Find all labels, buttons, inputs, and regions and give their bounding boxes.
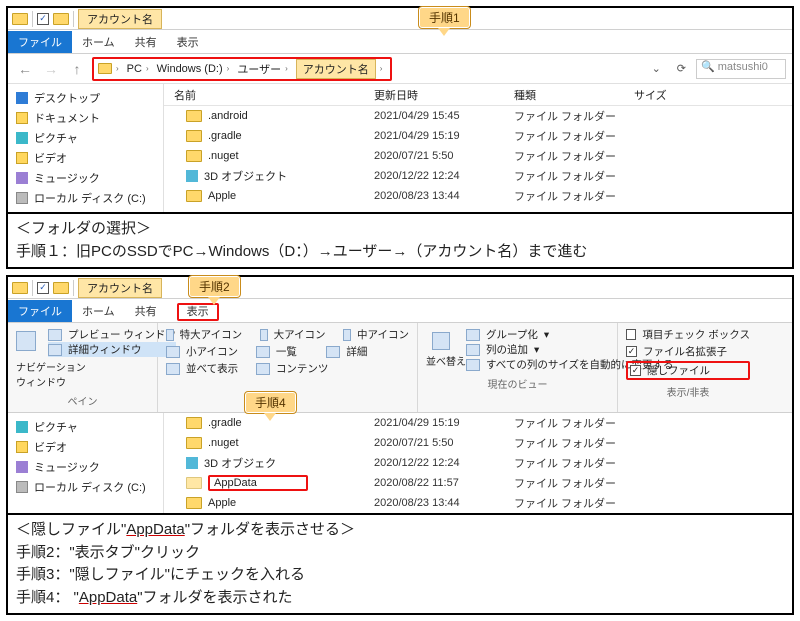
quick-checkbox[interactable]: ✓: [37, 282, 49, 294]
file-row-appdata[interactable]: AppData2020/08/22 11:57ファイル フォルダー: [164, 473, 792, 493]
titlebar: ✓ アカウント名: [8, 8, 792, 30]
quick-checkbox[interactable]: ✓: [37, 13, 49, 25]
col-name[interactable]: 名前: [164, 87, 374, 103]
titlebar: ✓ アカウント名: [8, 277, 792, 299]
instruction-2: ＜隠しファイル"AppData"フォルダを表示させる＞ 手順2："表示タブ"クリ…: [8, 513, 792, 613]
details-window[interactable]: 詳細ウィンドウ: [48, 342, 176, 357]
sidebar-item-pictures[interactable]: ピクチャ: [12, 128, 159, 148]
extension-option[interactable]: ✓ファイル名拡張子: [626, 344, 750, 359]
folder-icon: [98, 63, 112, 74]
ribbon-group-currentview: 並べ替え グループ化 ▾ 列の追加 ▾ すべての列のサイズを自動的に変更する 現…: [418, 323, 618, 412]
hidden-file-option[interactable]: ✓隠しファイル: [626, 361, 750, 380]
menu-share[interactable]: 共有: [125, 31, 167, 53]
menu-home[interactable]: ホーム: [72, 31, 125, 53]
forward-button[interactable]: →: [40, 58, 62, 80]
content-area: デスクトップ ドキュメント ピクチャ ビデオ ミュージック ローカル ディスク …: [8, 84, 792, 212]
file-row[interactable]: 3D オブジェク2020/12/22 12:24ファイル フォルダー: [164, 453, 792, 473]
sidebar-item-desktop[interactable]: デスクトップ: [12, 88, 159, 108]
file-row[interactable]: .gradle2021/04/29 15:19ファイル フォルダー: [164, 126, 792, 146]
dropdown-icon[interactable]: ⌄: [646, 62, 667, 75]
menu-file[interactable]: ファイル: [8, 31, 72, 53]
col-date[interactable]: 更新日時: [374, 87, 514, 103]
sidebar-item-music[interactable]: ミュージック: [12, 457, 159, 477]
sidebar-item-localc[interactable]: ローカル ディスク (C:): [12, 477, 159, 497]
file-row[interactable]: .nuget2020/07/21 5:50ファイル フォルダー: [164, 433, 792, 453]
menu-file[interactable]: ファイル: [8, 300, 72, 322]
folder-icon: [53, 13, 69, 25]
menu-view[interactable]: 表示: [167, 31, 209, 53]
menubar: ファイル ホーム 共有 表示: [8, 30, 792, 54]
file-row[interactable]: .gradle2021/04/29 15:19ファイル フォルダー: [164, 413, 792, 433]
explorer-window-1: 手順1 ✓ アカウント名 ファイル ホーム 共有 表示 ← → ↑ › PC› …: [6, 6, 794, 269]
window-title: アカウント名: [78, 278, 162, 298]
sidebar-item-documents[interactable]: ドキュメント: [12, 108, 159, 128]
folder-icon: [12, 13, 28, 25]
file-row[interactable]: .nuget2020/07/21 5:50ファイル フォルダー: [164, 146, 792, 166]
navpane-icon[interactable]: [16, 331, 36, 351]
callout-step4: 手順4: [244, 391, 297, 414]
menu-home[interactable]: ホーム: [72, 300, 125, 322]
file-list: 名前 更新日時 種類 サイズ .android2021/04/29 15:45フ…: [164, 84, 792, 212]
file-row[interactable]: .android2021/04/29 15:45ファイル フォルダー: [164, 106, 792, 126]
item-checkbox-option[interactable]: 項目チェック ボックス: [626, 327, 750, 342]
menu-share[interactable]: 共有: [125, 300, 167, 322]
sidebar: ピクチャ ビデオ ミュージック ローカル ディスク (C:): [8, 413, 164, 513]
search-input[interactable]: 🔍 matsushi0: [696, 59, 786, 79]
folder-icon: [53, 282, 69, 294]
column-headers: 名前 更新日時 種類 サイズ: [164, 84, 792, 106]
ribbon-group-pane: プレビュー ウィンドウ 詳細ウィンドウ ナビゲーションウィンドウ ペイン: [8, 323, 158, 412]
sort-icon[interactable]: [432, 332, 450, 350]
sidebar-item-videos[interactable]: ビデオ: [12, 437, 159, 457]
file-row[interactable]: 3D オブジェクト2020/12/22 12:24ファイル フォルダー: [164, 166, 792, 186]
instruction-1: ＜フォルダの選択＞ 手順１：旧PCのSSDでPC→Windows（D：）→ユーザ…: [8, 212, 792, 267]
sidebar-item-videos[interactable]: ビデオ: [12, 148, 159, 168]
callout-step1: 手順1: [418, 6, 471, 29]
sidebar-item-localc[interactable]: ローカル ディスク (C:): [12, 188, 159, 208]
file-row[interactable]: Apple2020/08/23 13:44ファイル フォルダー: [164, 493, 792, 513]
breadcrumb[interactable]: › PC› Windows (D:)› ユーザー› アカウント名›: [92, 57, 392, 81]
up-button[interactable]: ↑: [66, 58, 88, 80]
content-area: 手順4 ピクチャ ビデオ ミュージック ローカル ディスク (C:) .grad…: [8, 413, 792, 513]
callout-step2: 手順2: [188, 275, 241, 298]
folder-icon: [12, 282, 28, 294]
sidebar: デスクトップ ドキュメント ピクチャ ビデオ ミュージック ローカル ディスク …: [8, 84, 164, 212]
ribbon-group-showhide: 項目チェック ボックス ✓ファイル名拡張子 ✓隠しファイル 表示/非表: [618, 323, 758, 412]
refresh-icon[interactable]: ⟳: [671, 62, 692, 75]
col-size[interactable]: サイズ: [634, 87, 694, 103]
ribbon: プレビュー ウィンドウ 詳細ウィンドウ ナビゲーションウィンドウ ペイン 特大ア…: [8, 323, 792, 413]
file-row[interactable]: Apple2020/08/23 13:44ファイル フォルダー: [164, 186, 792, 206]
window-title: アカウント名: [78, 9, 162, 29]
back-button[interactable]: ←: [14, 58, 36, 80]
col-type[interactable]: 種類: [514, 87, 634, 103]
sidebar-item-music[interactable]: ミュージック: [12, 168, 159, 188]
sidebar-item-pictures[interactable]: ピクチャ: [12, 417, 159, 437]
address-bar-row: ← → ↑ › PC› Windows (D:)› ユーザー› アカウント名› …: [8, 54, 792, 84]
explorer-window-2: 手順2 手順3 ✓ アカウント名 ファイル ホーム 共有 表示 プレビュー ウィ…: [6, 275, 794, 615]
preview-window[interactable]: プレビュー ウィンドウ: [48, 327, 176, 342]
menubar: ファイル ホーム 共有 表示: [8, 299, 792, 323]
file-list: .gradle2021/04/29 15:19ファイル フォルダー .nuget…: [164, 413, 792, 513]
